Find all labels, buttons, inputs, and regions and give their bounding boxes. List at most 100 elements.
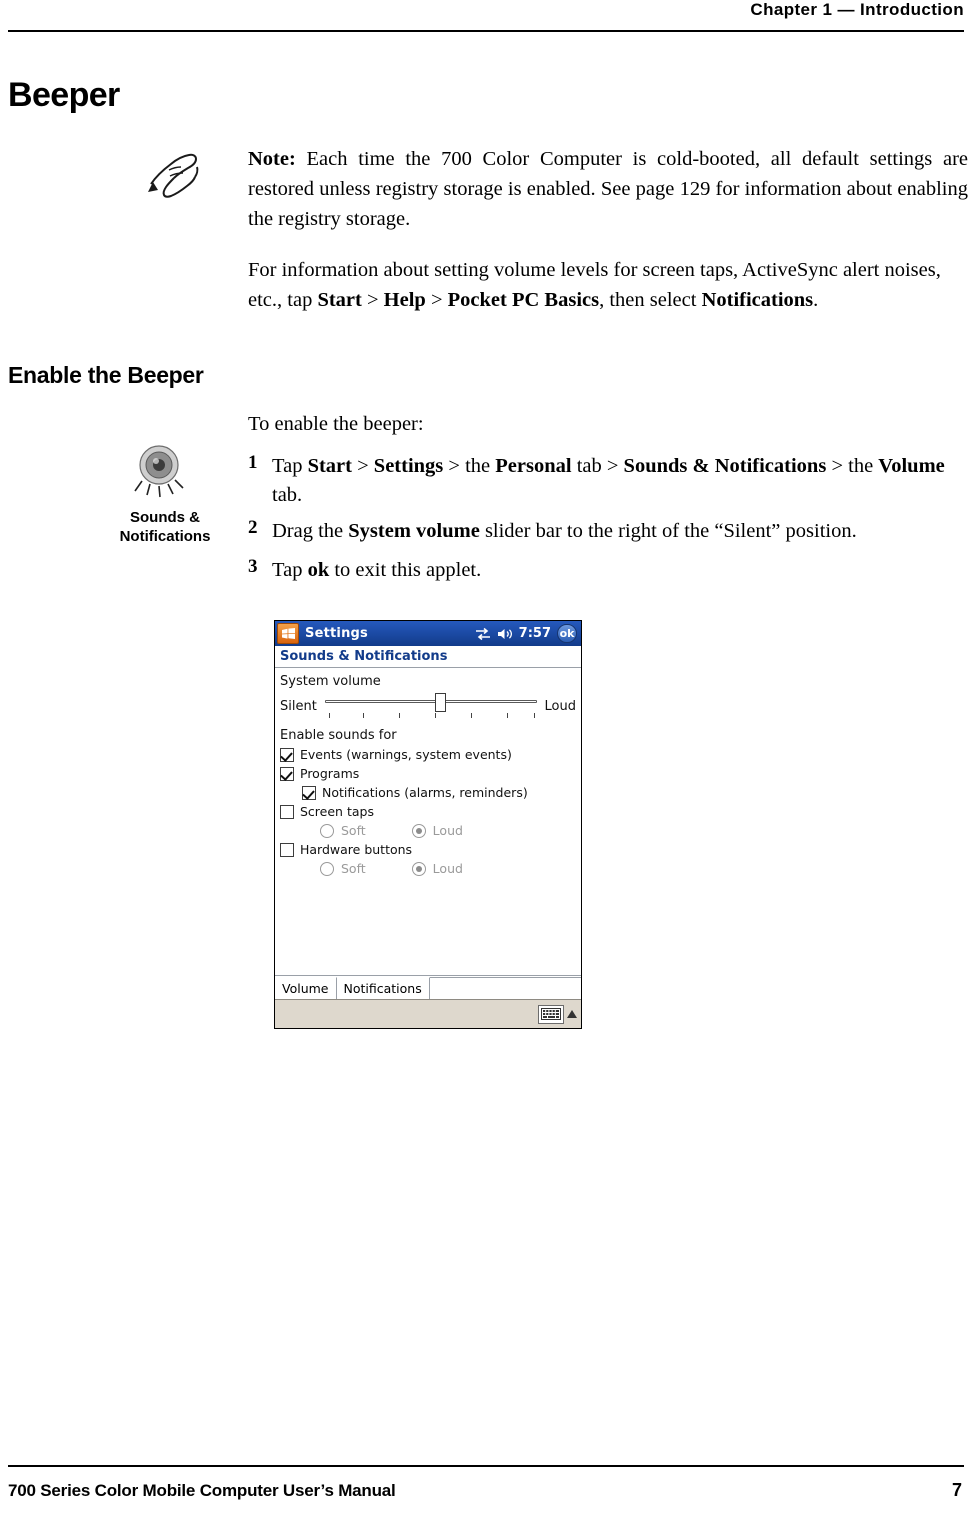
radio-hardware-soft[interactable]: [320, 861, 334, 876]
info-pocketpc-basics: Pocket PC Basics: [447, 289, 600, 311]
pda-app-subtitle: Sounds & Notifications: [275, 646, 581, 668]
checkbox-notifications-label: Notifications (alarms, reminders): [322, 785, 528, 800]
step-1-personal: Personal: [495, 455, 572, 477]
pda-taskbar: [275, 999, 581, 1028]
slider-max-label: Loud: [544, 698, 576, 714]
checkbox-events-label: Events (warnings, system events): [300, 747, 512, 762]
radio-screen-taps-soft[interactable]: [320, 823, 334, 838]
radio-screen-taps-soft-label: Soft: [341, 823, 366, 838]
step-2-pre: Drag the: [272, 520, 349, 542]
step-2-system-volume: System volume: [348, 520, 480, 542]
checkbox-notifications[interactable]: [302, 785, 316, 800]
step-3-ok: ok: [307, 559, 330, 581]
icon-caption-line-1: Sounds &: [130, 509, 200, 526]
system-volume-label: System volume: [280, 674, 381, 689]
pda-app-body: System volume Silent Loud Enable sounds …: [275, 668, 581, 976]
step-3-number: 3: [248, 556, 258, 577]
sounds-notifications-icon-block: Sounds & Notifications: [104, 443, 226, 546]
info-start: Start: [317, 289, 362, 311]
tab-notifications[interactable]: Notifications: [336, 977, 430, 999]
step-1-text: Tap Start > Settings > the Personal tab …: [272, 452, 972, 510]
volume-speaker-icon[interactable]: [497, 627, 513, 641]
checkbox-row-events[interactable]: Events (warnings, system events): [280, 747, 576, 762]
speaker-icon: [134, 445, 184, 498]
icon-caption-line-2: Notifications: [119, 528, 211, 545]
radio-screen-taps-loud-label: Loud: [432, 823, 463, 838]
checkbox-row-screen-taps[interactable]: Screen taps: [280, 804, 576, 819]
header-divider: [8, 30, 964, 32]
sounds-notifications-icon-caption: Sounds & Notifications: [104, 508, 226, 546]
step-1-m3: tab >: [571, 455, 624, 477]
enable-intro-paragraph: To enable the beeper:: [248, 413, 424, 435]
page-title: Beeper: [8, 76, 120, 114]
radio-row-screen-taps[interactable]: Soft Loud: [280, 823, 576, 838]
volume-slider-row: Silent Loud: [280, 693, 576, 719]
step-1-sounds-notifications: Sounds & Notifications: [623, 455, 827, 477]
step-3-text: Tap ok to exit this applet.: [272, 556, 972, 585]
slider-ticks: [325, 713, 537, 720]
slider-min-label: Silent: [280, 698, 317, 714]
checkbox-row-hardware-buttons[interactable]: Hardware buttons: [280, 842, 576, 857]
step-1-post: tab.: [272, 484, 303, 506]
pda-title-text: Settings: [305, 626, 368, 641]
radio-row-hardware-buttons[interactable]: Soft Loud: [280, 861, 576, 876]
step-1-volume: Volume: [878, 455, 945, 477]
step-2-number: 2: [248, 517, 258, 538]
input-panel-chevron-up-icon[interactable]: [567, 1010, 577, 1018]
radio-hardware-soft-label: Soft: [341, 861, 366, 876]
radio-screen-taps-loud[interactable]: [411, 823, 426, 838]
system-volume-slider[interactable]: [324, 693, 537, 720]
step-3-post: to exit this applet.: [329, 559, 482, 581]
checkbox-screen-taps[interactable]: [280, 804, 294, 819]
page-header: Chapter 1 — Introduction: [0, 0, 972, 40]
checkbox-programs[interactable]: [280, 766, 294, 781]
pda-title-bar: Settings 7:57 ok: [275, 621, 581, 646]
document-page: Chapter 1 — Introduction Beeper Note: Ea…: [0, 0, 972, 1519]
step-3-pre: Tap: [272, 559, 308, 581]
note-paragraph: Note: Each time the 700 Color Computer i…: [248, 144, 968, 234]
step-1-m4: > the: [826, 455, 879, 477]
footer-divider: [8, 1465, 964, 1467]
start-menu-button[interactable]: [277, 623, 299, 644]
info-period: .: [813, 289, 819, 311]
activesync-icon[interactable]: [475, 627, 491, 641]
info-paragraph: For information about setting volume lev…: [248, 255, 948, 315]
checkbox-programs-label: Programs: [300, 766, 360, 781]
tab-volume[interactable]: Volume: [275, 977, 337, 999]
keyboard-icon[interactable]: [538, 1004, 564, 1024]
slider-track: [324, 700, 537, 703]
note-body: Each time the 700 Color Computer is cold…: [248, 148, 968, 230]
pda-ok-button[interactable]: ok: [557, 624, 577, 643]
checkbox-hardware-buttons-label: Hardware buttons: [300, 842, 413, 857]
step-1-start: Start: [307, 455, 352, 477]
slider-thumb[interactable]: [434, 693, 446, 712]
checkbox-row-notifications[interactable]: Notifications (alarms, reminders): [280, 785, 576, 800]
info-notifications: Notifications: [701, 289, 814, 311]
info-then: , then select: [599, 289, 702, 311]
pda-screenshot-figure: Settings 7:57 ok Sounds & Notifications …: [274, 620, 582, 1029]
info-help: Help: [383, 289, 426, 311]
footer-page-number: 7: [951, 1480, 962, 1500]
info-gt-1: >: [361, 289, 384, 311]
pda-titlebar-status-area: 7:57 ok: [475, 624, 581, 643]
footer-manual-title: 700 Series Color Mobile Computer User’s …: [8, 1481, 396, 1500]
radio-hardware-loud[interactable]: [411, 861, 426, 876]
tab-bar-filler: [429, 977, 581, 999]
checkbox-row-programs[interactable]: Programs: [280, 766, 576, 781]
pda-clock[interactable]: 7:57: [519, 626, 551, 641]
checkbox-events[interactable]: [280, 747, 294, 762]
step-1-number: 1: [248, 452, 258, 473]
step-1-pre: Tap: [272, 455, 308, 477]
chapter-title: Chapter 1 — Introduction: [750, 0, 964, 19]
note-hand-icon: [145, 144, 205, 204]
enable-sounds-label: Enable sounds for: [280, 728, 397, 743]
step-1-m2: > the: [443, 455, 496, 477]
radio-hardware-loud-label: Loud: [432, 861, 463, 876]
checkbox-screen-taps-label: Screen taps: [300, 804, 374, 819]
section-title: Enable the Beeper: [8, 362, 204, 388]
pda-tab-bar: Volume Notifications: [275, 975, 581, 999]
step-1-settings: Settings: [373, 455, 444, 477]
windows-flag-icon: [282, 628, 295, 639]
note-label: Note:: [248, 148, 296, 170]
checkbox-hardware-buttons[interactable]: [280, 842, 294, 857]
